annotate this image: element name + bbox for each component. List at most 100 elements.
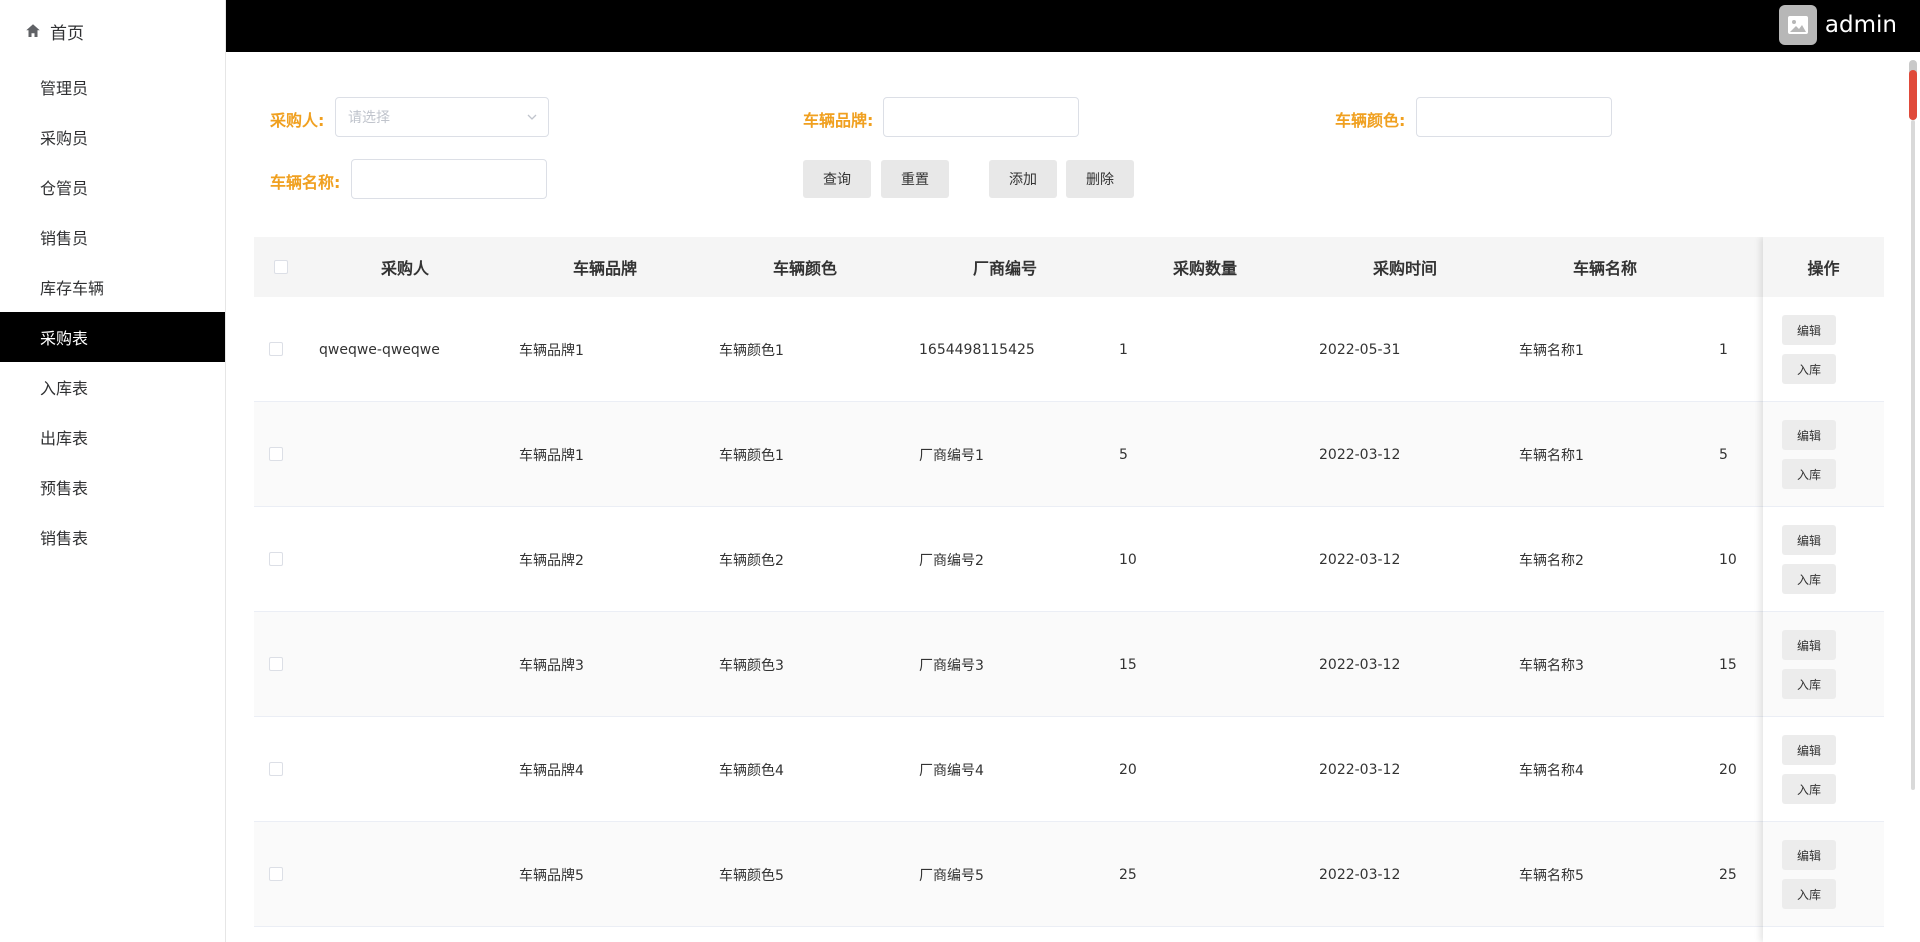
sidebar-item-label: 采购表 [40, 329, 89, 348]
sidebar-item-stock-out[interactable]: 出库表 [0, 412, 225, 462]
column-header-brand[interactable]: 车辆品牌 [505, 237, 705, 297]
cell-name: 车辆名称4 [1519, 762, 1584, 779]
table-row: 车辆品牌2 车辆颜色2 厂商编号2 10 2022-03-12 车辆名称2 10… [254, 507, 1884, 612]
avatar[interactable] [1778, 5, 1817, 45]
column-header-qty[interactable]: 采购数量 [1105, 237, 1305, 297]
cell-vendor: 1654498115425 [919, 341, 1035, 358]
table-row: 车辆品牌4 车辆颜色4 厂商编号4 20 2022-03-12 车辆名称4 20… [254, 717, 1884, 822]
cell-brand: 车辆品牌4 [519, 762, 584, 779]
cell-name: 车辆名称1 [1519, 447, 1584, 464]
column-header-buyer[interactable]: 采购人 [305, 237, 505, 297]
cell-color: 车辆颜色1 [719, 342, 784, 359]
column-header-vendor[interactable]: 厂商编号 [905, 237, 1105, 297]
sidebar-item-label: 采购员 [40, 129, 89, 148]
name-input[interactable] [351, 159, 547, 199]
cell-qty: 10 [1119, 551, 1137, 568]
cell-brand: 车辆品牌1 [519, 342, 584, 359]
cell-time: 2022-03-12 [1319, 551, 1401, 568]
cell-time: 2022-03-12 [1319, 656, 1401, 673]
select-all-checkbox[interactable] [274, 260, 288, 274]
cell-time: 2022-05-31 [1319, 341, 1401, 358]
sidebar-item-purchase[interactable]: 采购表 [0, 312, 225, 362]
color-label: 车辆颜色: [1335, 111, 1406, 130]
buyer-select[interactable]: 请选择 [335, 97, 549, 137]
sidebar-item-buyer[interactable]: 采购员 [0, 112, 225, 162]
column-header-time[interactable]: 采购时间 [1305, 237, 1505, 297]
cell-extra: 25 [1719, 866, 1737, 883]
cell-color: 车辆颜色2 [719, 552, 784, 569]
sidebar-item-label: 预售表 [40, 479, 89, 498]
cell-qty: 5 [1119, 446, 1128, 463]
cell-vendor: 厂商编号2 [919, 552, 984, 569]
buyer-select-placeholder: 请选择 [348, 110, 390, 126]
cell-extra: 10 [1719, 551, 1737, 568]
column-header-color[interactable]: 车辆颜色 [705, 237, 905, 297]
table-header: 采购人 车辆品牌 车辆颜色 厂商编号 采购数量 采购时间 车辆名称 操作 [254, 237, 1884, 297]
sidebar-item-inventory[interactable]: 库存车辆 [0, 262, 225, 312]
cell-color: 车辆颜色4 [719, 762, 784, 779]
row-checkbox[interactable] [269, 867, 283, 881]
chevron-down-icon [527, 114, 537, 120]
cell-vendor: 厂商编号3 [919, 657, 984, 674]
vertical-scrollbar[interactable] [1908, 52, 1918, 794]
cell-qty: 1 [1119, 341, 1128, 358]
sidebar-item-label: 销售员 [40, 229, 89, 248]
sidebar-item-presale[interactable]: 预售表 [0, 462, 225, 512]
cell-extra: 15 [1719, 656, 1737, 673]
fixed-column-shadow [1763, 237, 1884, 942]
username: admin [1824, 12, 1897, 38]
column-header-name[interactable]: 车辆名称 [1505, 237, 1705, 297]
scrollbar-track [1911, 120, 1915, 790]
sidebar: 首页 管理员 采购员 仓管员 销售员 库存车辆 采购表 入库表 出库表 预售表 … [0, 0, 226, 942]
sidebar-item-warehouse-keeper[interactable]: 仓管员 [0, 162, 225, 212]
cell-qty: 15 [1119, 656, 1137, 673]
user-menu[interactable]: admin [1778, 5, 1897, 45]
main-content: 采购人: 请选择 车辆品牌: 车辆颜色: 车辆名称: 查询 重置 添加 删除 采… [226, 52, 1920, 942]
sidebar-item-label: 首页 [50, 23, 84, 44]
sidebar-item-label: 仓管员 [40, 179, 89, 198]
table-row: 车辆品牌3 车辆颜色3 厂商编号3 15 2022-03-12 车辆名称3 15… [254, 612, 1884, 717]
sidebar-item-label: 销售表 [40, 529, 89, 548]
sidebar-item-stock-in[interactable]: 入库表 [0, 362, 225, 412]
reset-button[interactable]: 重置 [881, 160, 949, 198]
sidebar-item-label: 入库表 [40, 379, 89, 398]
scrollbar-thumb-indicator [1909, 70, 1917, 120]
cell-time: 2022-03-12 [1319, 866, 1401, 883]
row-checkbox[interactable] [269, 552, 283, 566]
sidebar-item-label: 库存车辆 [40, 279, 105, 298]
cell-color: 车辆颜色5 [719, 867, 784, 884]
cell-color: 车辆颜色1 [719, 447, 784, 464]
cell-qty: 25 [1119, 866, 1137, 883]
sidebar-item-salesperson[interactable]: 销售员 [0, 212, 225, 262]
row-checkbox[interactable] [269, 447, 283, 461]
sidebar-item-admin[interactable]: 管理员 [0, 62, 225, 112]
purchase-table: 采购人 车辆品牌 车辆颜色 厂商编号 采购数量 采购时间 车辆名称 操作 qwe… [254, 237, 1884, 942]
cell-brand: 车辆品牌1 [519, 447, 584, 464]
cell-brand: 车辆品牌3 [519, 657, 584, 674]
cell-name: 车辆名称2 [1519, 552, 1584, 569]
table-row: 车辆品牌5 车辆颜色5 厂商编号5 25 2022-03-12 车辆名称5 25… [254, 822, 1884, 927]
sidebar-item-home[interactable]: 首页 [0, 0, 225, 62]
name-label: 车辆名称: [270, 173, 341, 192]
sidebar-item-sales[interactable]: 销售表 [0, 512, 225, 562]
cell-buyer: qweqwe-qweqwe [319, 341, 440, 358]
row-checkbox[interactable] [269, 342, 283, 356]
cell-brand: 车辆品牌2 [519, 552, 584, 569]
brand-input[interactable] [883, 97, 1079, 137]
row-checkbox[interactable] [269, 762, 283, 776]
color-input[interactable] [1416, 97, 1612, 137]
table-row: qweqwe-qweqwe 车辆品牌1 车辆颜色1 1654498115425 … [254, 297, 1884, 402]
delete-button[interactable]: 删除 [1066, 160, 1134, 198]
row-checkbox[interactable] [269, 657, 283, 671]
cell-vendor: 厂商编号5 [919, 867, 984, 884]
cell-time: 2022-03-12 [1319, 446, 1401, 463]
table-row: 车辆品牌1 车辆颜色1 厂商编号1 5 2022-03-12 车辆名称1 5 编… [254, 402, 1884, 507]
top-bar: admin [226, 0, 1920, 52]
cell-color: 车辆颜色3 [719, 657, 784, 674]
cell-extra: 20 [1719, 761, 1737, 778]
query-button[interactable]: 查询 [803, 160, 871, 198]
cell-brand: 车辆品牌5 [519, 867, 584, 884]
image-icon [1787, 16, 1808, 34]
cell-name: 车辆名称5 [1519, 867, 1584, 884]
add-button[interactable]: 添加 [989, 160, 1057, 198]
